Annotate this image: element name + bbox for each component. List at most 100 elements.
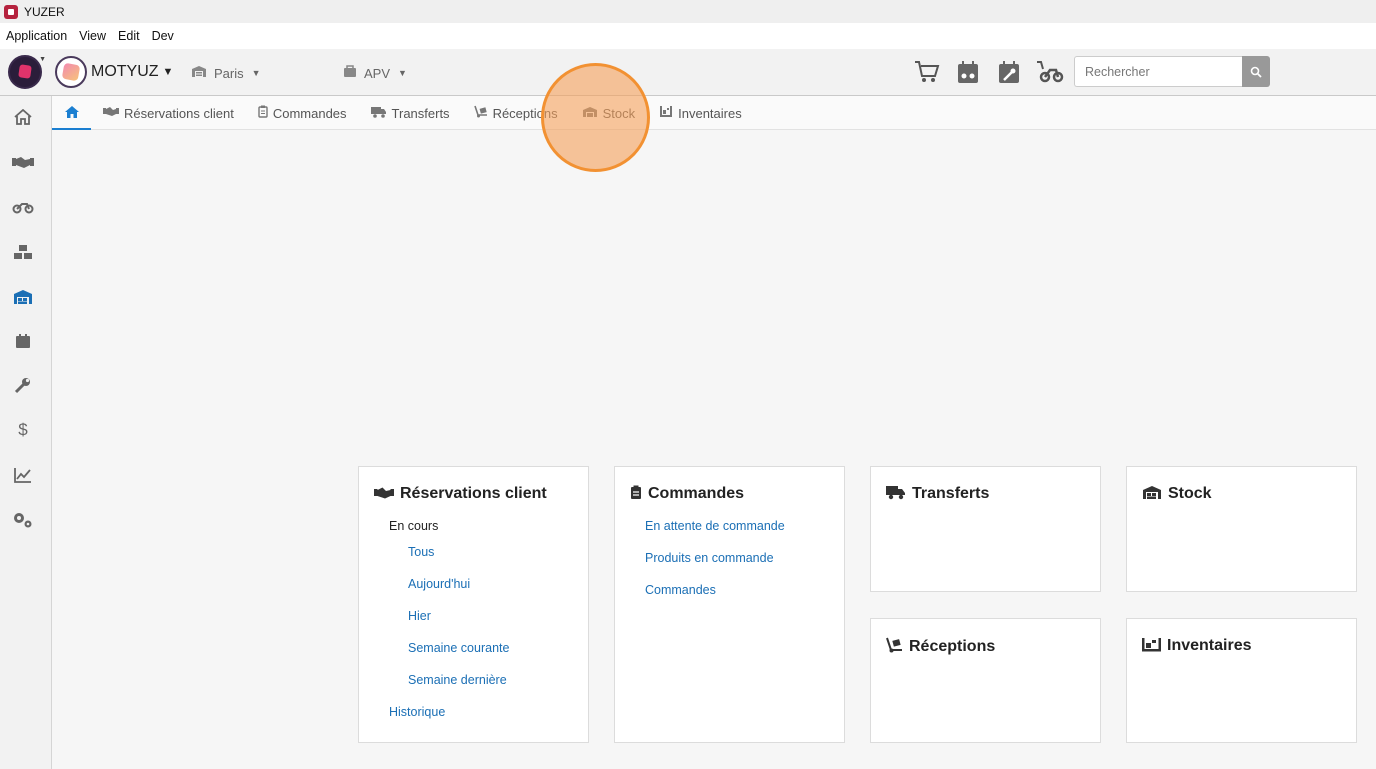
chevron-down-icon: ▼ — [39, 56, 46, 63]
link-semaine-courante[interactable]: Semaine courante — [408, 641, 509, 655]
main-logo-button[interactable]: ▼ — [8, 55, 46, 89]
sidebar-item-calendar[interactable] — [0, 326, 46, 356]
tab-label: Réceptions — [492, 105, 558, 121]
tab-label: Transferts — [391, 105, 450, 121]
quick-actions — [910, 55, 1074, 89]
link-commandes[interactable]: Commandes — [645, 583, 716, 597]
dollar-icon: $ — [18, 420, 28, 439]
card-title: Commandes — [630, 485, 744, 503]
tab-transferts[interactable]: Transferts — [359, 96, 462, 130]
tab-inventaires[interactable]: Inventaires — [647, 96, 754, 130]
link-semaine-derniere[interactable]: Semaine dernière — [408, 673, 507, 687]
settings-icon — [14, 513, 32, 528]
department-label: APV — [364, 65, 391, 81]
menu-view[interactable]: View — [79, 29, 106, 43]
tenant-selector[interactable]: MOTYUZ ▼ — [55, 56, 173, 88]
location-label: Paris — [214, 65, 244, 81]
menu-bar: Application View Edit Dev — [0, 23, 1376, 49]
card-title: Réservations client — [374, 485, 547, 503]
sidebar-item-stock[interactable] — [0, 282, 46, 312]
tenant-avatar — [55, 56, 87, 88]
truck-icon — [370, 106, 387, 121]
tab-label: Inventaires — [678, 105, 742, 121]
clipboard-icon — [258, 105, 268, 121]
handshake-icon — [374, 486, 394, 502]
link-tous[interactable]: Tous — [408, 545, 434, 559]
top-bar: ▼ MOTYUZ ▼ Paris ▼ APV ▼ — [0, 49, 1376, 96]
sidebar-item-workshop[interactable] — [0, 370, 46, 400]
dolly-icon — [473, 105, 488, 121]
department-selector[interactable]: APV ▼ — [343, 65, 407, 81]
warehouse-icon — [582, 106, 598, 121]
window-title: YUZER — [24, 4, 65, 19]
motorcycle-icon — [12, 203, 34, 214]
sidebar-item-sales[interactable]: $ — [0, 415, 46, 445]
warehouse-icon — [191, 65, 207, 81]
home-icon — [64, 106, 79, 118]
tab-stock[interactable]: Stock — [570, 96, 648, 130]
calendar-moto-icon[interactable] — [951, 55, 985, 89]
inventory-icon — [1142, 637, 1161, 655]
link-produits-en-commande[interactable]: Produits en commande — [645, 551, 774, 565]
chart-line-icon — [14, 468, 31, 483]
card-title: Réceptions — [886, 637, 995, 656]
handshake-icon — [103, 106, 119, 120]
tab-home[interactable] — [52, 96, 91, 130]
link-historique[interactable]: Historique — [389, 705, 445, 719]
tools-icon — [343, 65, 357, 81]
search-input[interactable] — [1074, 56, 1242, 87]
section-en-cours: En cours — [389, 519, 439, 533]
card-reservations: Réservations client En cours Tous Aujour… — [358, 466, 589, 743]
link-hier[interactable]: Hier — [408, 609, 431, 623]
card-receptions[interactable]: Réceptions — [870, 618, 1101, 743]
card-commandes: Commandes En attente de commande Produit… — [614, 466, 845, 743]
menu-application[interactable]: Application — [6, 29, 67, 43]
sidebar-item-home[interactable] — [0, 102, 46, 132]
sidebar-item-stats[interactable] — [0, 460, 46, 490]
tab-receptions[interactable]: Réceptions — [462, 96, 570, 130]
caret-down-icon: ▼ — [398, 68, 407, 78]
wrench-icon — [14, 378, 30, 394]
handshake-icon — [12, 157, 34, 168]
card-title: Transferts — [886, 485, 989, 503]
card-inventaires[interactable]: Inventaires — [1126, 618, 1357, 743]
link-en-attente[interactable]: En attente de commande — [645, 519, 785, 533]
card-transferts[interactable]: Transferts — [870, 466, 1101, 592]
sidebar-item-settings[interactable] — [0, 505, 46, 535]
sidebar: $ — [0, 96, 52, 769]
card-stock[interactable]: Stock — [1126, 466, 1357, 592]
calendar-icon — [16, 334, 30, 348]
tab-label: Réservations client — [124, 105, 234, 121]
warehouse-icon — [14, 290, 32, 304]
search-button[interactable] — [1242, 56, 1270, 87]
card-title: Inventaires — [1142, 637, 1251, 655]
menu-dev[interactable]: Dev — [152, 29, 174, 43]
search-box — [1074, 56, 1270, 87]
tab-commandes[interactable]: Commandes — [246, 96, 359, 130]
inventory-icon — [659, 105, 673, 121]
caret-down-icon: ▼ — [162, 66, 174, 78]
sidebar-item-products[interactable] — [0, 237, 46, 267]
sidebar-item-vehicles[interactable] — [0, 192, 46, 222]
location-selector[interactable]: Paris ▼ — [191, 65, 261, 81]
caret-down-icon: ▼ — [251, 68, 261, 78]
home-icon — [14, 109, 32, 125]
tab-label: Stock — [602, 105, 636, 121]
clipboard-icon — [630, 485, 642, 503]
link-aujourdhui[interactable]: Aujourd'hui — [408, 577, 470, 591]
module-tabs: Réservations client Commandes Transferts… — [52, 96, 1376, 130]
calendar-wrench-icon[interactable] — [992, 55, 1026, 89]
tab-reservations[interactable]: Réservations client — [91, 96, 246, 130]
dashboard-content: Réservations client En cours Tous Aujour… — [52, 130, 1376, 769]
sidebar-item-reservations[interactable] — [0, 147, 46, 177]
tenant-name: MOTYUZ — [91, 63, 159, 80]
dolly-icon — [886, 637, 903, 656]
truck-icon — [886, 485, 906, 503]
tab-label: Commandes — [272, 105, 347, 121]
search-icon — [1250, 66, 1262, 78]
cart-icon[interactable] — [910, 55, 944, 89]
app-logo-icon — [4, 4, 18, 19]
menu-edit[interactable]: Edit — [118, 29, 140, 43]
cart-moto-icon[interactable] — [1033, 55, 1067, 89]
card-title: Stock — [1142, 485, 1212, 503]
